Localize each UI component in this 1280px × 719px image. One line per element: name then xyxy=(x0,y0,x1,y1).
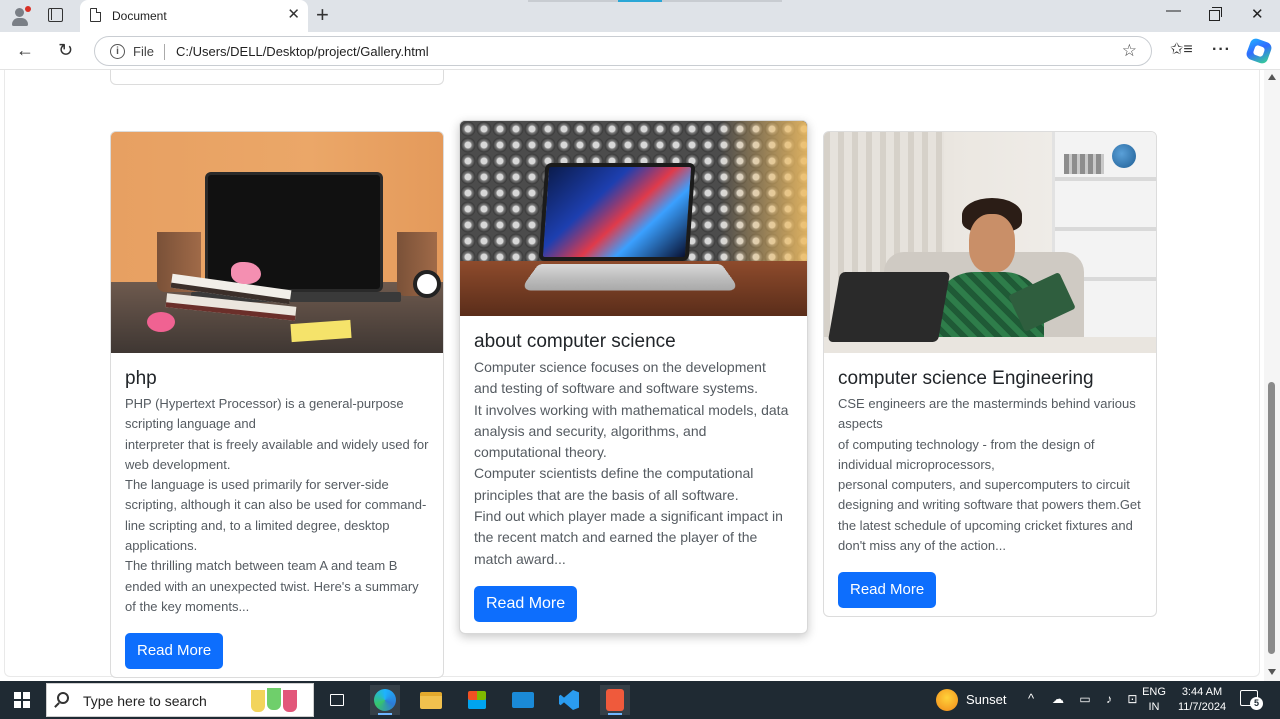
card-title: computer science Engineering xyxy=(838,368,1094,389)
card-paragraph: The thrilling match between team A and t… xyxy=(125,558,419,614)
vscode-icon[interactable] xyxy=(554,685,584,715)
copilot-icon[interactable] xyxy=(1244,36,1274,66)
card-body: about computer science Computer science … xyxy=(460,316,807,633)
previous-card-bottom xyxy=(110,70,444,85)
card-paragraph: of computing technology - from the desig… xyxy=(838,436,1095,472)
language-code: ENG xyxy=(1142,686,1166,698)
card-paragraph: PHP (Hypertext Processor) is a general-p… xyxy=(125,396,404,432)
card-paragraph: It involves working with mathematical mo… xyxy=(474,401,789,461)
notification-center-icon[interactable]: 5 xyxy=(1240,690,1263,710)
title-accent-bar xyxy=(618,0,662,2)
refresh-button[interactable]: ↻ xyxy=(58,40,73,60)
card-image-laptop-desk xyxy=(111,132,443,353)
card-paragraph: Find out which player made a significant… xyxy=(474,508,783,567)
address-scheme-label: File xyxy=(133,44,154,59)
card-title: about computer science xyxy=(474,331,676,352)
card-text: CSE engineers are the masterminds behind… xyxy=(838,394,1142,556)
language-indicator[interactable]: ENG IN xyxy=(1142,685,1166,715)
site-info-icon[interactable]: i xyxy=(110,44,125,59)
page-scrollbar[interactable] xyxy=(1264,70,1280,681)
card-paragraph: Computer scientists define the computati… xyxy=(474,465,754,503)
browser-titlebar: Document ✕ + — ✕ xyxy=(0,0,1280,32)
card-paragraph: interpreter that is freely available and… xyxy=(125,436,429,472)
card-body: php PHP (Hypertext Processor) is a gener… xyxy=(111,353,443,677)
card-paragraph: CSE engineers are the masterminds behind… xyxy=(838,396,1136,432)
card-image-student-laptop xyxy=(824,132,1156,353)
taskbar-clock[interactable]: 3:44 AM 11/7/2024 xyxy=(1172,685,1232,715)
browser-tab-document[interactable]: Document ✕ xyxy=(80,0,308,32)
file-explorer-icon[interactable] xyxy=(416,685,446,715)
address-bar[interactable]: i File C:/Users/DELL/Desktop/project/Gal… xyxy=(94,36,1152,66)
card-image-laptop-glass-wall xyxy=(460,121,807,316)
close-window-button[interactable]: ✕ xyxy=(1251,6,1264,24)
card-text: PHP (Hypertext Processor) is a general-p… xyxy=(125,394,429,617)
scroll-up-arrow-icon[interactable] xyxy=(1268,74,1276,80)
mail-icon[interactable] xyxy=(508,685,538,715)
card-text: Computer science focuses on the developm… xyxy=(474,357,793,570)
card-title: php xyxy=(125,368,157,389)
card-body: computer science Engineering CSE enginee… xyxy=(824,353,1156,616)
read-more-button[interactable]: Read More xyxy=(125,633,224,670)
profile-avatar-icon[interactable] xyxy=(8,4,32,28)
card-paragraph: Computer science focuses on the developm… xyxy=(474,359,766,397)
clock-time: 3:44 AM xyxy=(1181,686,1223,698)
notification-count-badge: 5 xyxy=(1250,697,1263,710)
gallery-card-php: php PHP (Hypertext Processor) is a gener… xyxy=(110,131,444,678)
windows-taskbar: Type here to search Sunset ^ ☁ ▭ ♪ ⊡ ENG… xyxy=(0,681,1280,719)
favorites-icon[interactable]: ✩≡ xyxy=(1170,40,1193,60)
gallery-card-computer-science: about computer science Computer science … xyxy=(459,120,808,634)
address-url[interactable]: C:/Users/DELL/Desktop/project/Gallery.ht… xyxy=(176,44,429,59)
microsoft-store-icon[interactable] xyxy=(462,685,492,715)
read-more-button[interactable]: Read More xyxy=(474,585,578,622)
card-paragraph: personal computers, and supercomputers t… xyxy=(838,477,1141,554)
tab-title: Document xyxy=(112,9,167,23)
taskbar-search-box[interactable]: Type here to search xyxy=(46,683,314,717)
language-region: IN xyxy=(1148,701,1160,713)
tray-overflow-chevron-icon[interactable]: ^ xyxy=(1028,691,1034,707)
more-options-icon[interactable]: ··· xyxy=(1212,40,1231,60)
search-placeholder: Type here to search xyxy=(83,693,207,709)
document-icon xyxy=(90,8,101,22)
scrollbar-thumb[interactable] xyxy=(1268,382,1275,654)
task-view-icon[interactable] xyxy=(322,685,352,715)
favorite-star-icon[interactable]: ☆ xyxy=(1122,41,1137,61)
search-icon xyxy=(57,692,69,704)
scroll-down-arrow-icon[interactable] xyxy=(1268,669,1276,675)
new-tab-button[interactable]: + xyxy=(316,4,329,26)
minimize-button[interactable]: — xyxy=(1166,2,1181,20)
weather-sun-icon[interactable] xyxy=(936,689,958,711)
read-more-button[interactable]: Read More xyxy=(838,572,937,609)
edge-browser-icon[interactable] xyxy=(370,685,400,715)
weather-label[interactable]: Sunset xyxy=(966,692,1006,707)
tab-close-button[interactable]: ✕ xyxy=(287,7,300,23)
clock-date: 11/7/2024 xyxy=(1177,701,1227,713)
page-viewport[interactable]: php PHP (Hypertext Processor) is a gener… xyxy=(0,70,1280,681)
back-button[interactable]: ← xyxy=(16,40,34,60)
gallery-card-cse: computer science Engineering CSE enginee… xyxy=(823,131,1157,617)
windows-start-icon[interactable] xyxy=(14,692,30,708)
address-separator xyxy=(164,44,165,60)
system-tray-icons[interactable]: ☁ ▭ ♪ ⊡ xyxy=(1052,691,1143,707)
git-app-icon[interactable] xyxy=(600,685,630,715)
browser-toolbar: ← ↻ i File C:/Users/DELL/Desktop/project… xyxy=(0,32,1280,70)
card-paragraph: The language is used primarily for serve… xyxy=(125,477,427,554)
tab-actions-icon[interactable] xyxy=(48,8,63,22)
maximize-button[interactable] xyxy=(1209,7,1222,21)
